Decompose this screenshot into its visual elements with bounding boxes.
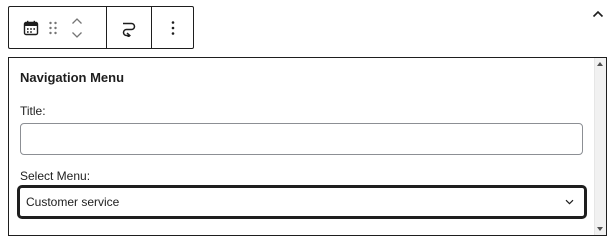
navigation-menu-widget: Navigation Menu Title: Select Menu: Cust… xyxy=(8,57,607,236)
calendar-icon xyxy=(23,20,39,36)
block-toolbar xyxy=(8,6,194,49)
widget-title: Navigation Menu xyxy=(20,70,125,85)
collapse-button[interactable] xyxy=(586,4,610,24)
transform-loop-icon xyxy=(120,19,138,37)
select-menu-dropdown[interactable]: Customer service xyxy=(18,186,586,218)
title-field-label: Title: xyxy=(20,104,46,118)
scroll-down-arrow-icon[interactable] xyxy=(597,227,603,231)
scroll-up-arrow-icon[interactable] xyxy=(597,62,603,66)
more-vertical-icon xyxy=(171,20,175,36)
block-toolbar-group-parent xyxy=(9,7,106,48)
chevron-down-icon xyxy=(565,199,574,205)
block-movers xyxy=(65,7,89,48)
block-editor-canvas: Navigation Menu Title: Select Menu: Cust… xyxy=(0,0,614,240)
block-toolbar-group-options xyxy=(151,7,193,48)
chevron-down-icon xyxy=(71,26,83,44)
panel-scrollbar[interactable] xyxy=(594,58,606,235)
select-menu-label: Select Menu: xyxy=(20,169,91,183)
drag-button[interactable] xyxy=(45,7,61,48)
block-toolbar-group-transform xyxy=(106,7,151,48)
title-input[interactable] xyxy=(20,123,583,155)
select-menu-value: Customer service xyxy=(26,195,120,209)
drag-handle-icon xyxy=(48,21,58,35)
options-button[interactable] xyxy=(171,20,175,36)
chevron-up-icon xyxy=(592,5,604,23)
transform-button[interactable] xyxy=(120,19,138,37)
move-down-button[interactable] xyxy=(65,28,89,42)
